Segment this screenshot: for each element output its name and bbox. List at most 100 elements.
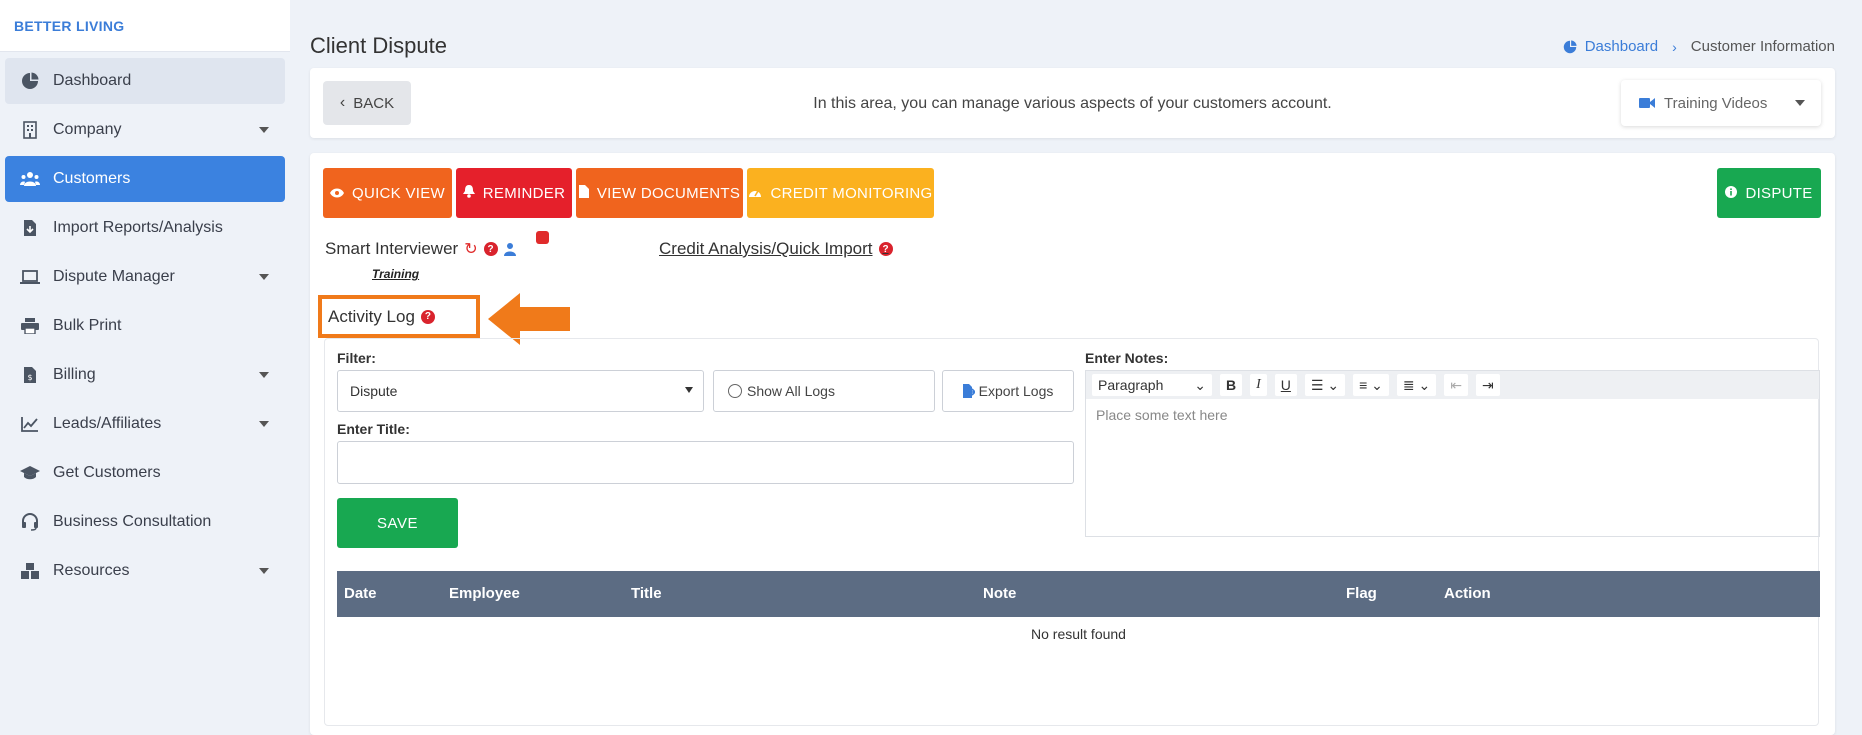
breadcrumb-current: Customer Information: [1690, 38, 1835, 55]
underline-icon[interactable]: U: [1274, 374, 1297, 396]
chevron-down-icon: [259, 127, 269, 133]
sidebar-item-customers[interactable]: Customers: [5, 156, 285, 202]
show-all-logs-label: Show All Logs: [747, 383, 835, 399]
filter-label: Filter:: [337, 350, 376, 366]
dashboard-icon: [19, 70, 41, 92]
bulleted-list-icon[interactable]: ☰ ⌄: [1304, 374, 1346, 396]
view-documents-label: VIEW DOCUMENTS: [596, 184, 741, 202]
info-icon: [1725, 185, 1738, 201]
credit-analysis-link[interactable]: Credit Analysis/Quick Import ?: [659, 239, 893, 259]
editor-body[interactable]: Place some text here: [1086, 399, 1819, 431]
notes-label: Enter Notes:: [1085, 350, 1169, 366]
column-header-title[interactable]: Title: [631, 585, 662, 602]
gauge-icon: [748, 185, 762, 201]
svg-text:$: $: [27, 373, 32, 382]
training-link[interactable]: Training: [372, 267, 419, 281]
numbered-list-icon[interactable]: ≡ ⌄: [1353, 374, 1389, 396]
filter-select[interactable]: Dispute: [337, 370, 704, 412]
title-input[interactable]: [337, 441, 1074, 484]
editor-toolbar: Paragraph ⌄ B I U ☰ ⌄ ≡ ⌄ ≣ ⌄ ⇤ ⇥: [1086, 371, 1819, 399]
refresh-icon[interactable]: ↻: [464, 239, 477, 259]
italic-icon[interactable]: I: [1250, 374, 1267, 396]
breadcrumb: Dashboard › Customer Information: [1563, 38, 1835, 55]
user-icon[interactable]: [503, 242, 516, 256]
save-button[interactable]: SAVE: [337, 498, 458, 548]
caret-down-icon: [685, 387, 693, 393]
quick-view-button[interactable]: QUICK VIEW: [323, 168, 452, 218]
sidebar-item-label: Billing: [53, 366, 96, 383]
activity-log-title: Activity Log: [328, 306, 415, 326]
title-label: Enter Title:: [337, 421, 410, 437]
text-align-icon[interactable]: ≣ ⌄: [1396, 374, 1437, 396]
sidebar-item-resources[interactable]: Resources: [5, 548, 285, 594]
training-videos-dropdown[interactable]: Training Videos: [1621, 80, 1821, 126]
training-videos-label: Training Videos: [1664, 94, 1768, 112]
credit-monitoring-button[interactable]: CREDIT MONITORING: [747, 168, 934, 218]
sidebar-item-import-reports[interactable]: Import Reports/Analysis: [5, 205, 285, 251]
filter-value: Dispute: [350, 383, 398, 399]
paragraph-format-select[interactable]: Paragraph ⌄: [1092, 374, 1212, 396]
view-documents-button[interactable]: VIEW DOCUMENTS: [576, 168, 743, 218]
sidebar-item-bulk-print[interactable]: Bulk Print: [5, 303, 285, 349]
customer-card: QUICK VIEW REMINDER VIEW DOCUMENTS CREDI…: [310, 153, 1835, 735]
sidebar-item-label: Get Customers: [53, 464, 161, 481]
credit-analysis-label: Credit Analysis/Quick Import: [659, 239, 873, 258]
help-icon[interactable]: ?: [420, 309, 435, 324]
activity-log-panel: Filter: Dispute Show All Logs Export Log…: [324, 338, 1820, 726]
dispute-button[interactable]: DISPUTE: [1717, 168, 1821, 218]
show-all-logs-radio[interactable]: Show All Logs: [713, 370, 935, 412]
dispute-label: DISPUTE: [1745, 184, 1813, 202]
column-header-employee[interactable]: Employee: [449, 585, 520, 602]
graduation-cap-icon: [19, 462, 41, 484]
building-icon: [19, 119, 41, 141]
notification-badge: [536, 231, 549, 244]
column-header-flag[interactable]: Flag: [1346, 585, 1377, 602]
editor-placeholder: Place some text here: [1096, 407, 1228, 423]
sidebar-item-label: Dashboard: [53, 72, 132, 89]
boxes-icon: [19, 560, 41, 582]
sidebar-item-company[interactable]: Company: [5, 107, 285, 153]
smart-interviewer-label: Smart Interviewer: [325, 239, 459, 258]
radio-circle[interactable]: [728, 384, 742, 398]
sidebar-item-label: Company: [53, 121, 122, 138]
sidebar-item-billing[interactable]: $ Billing: [5, 352, 285, 398]
chevron-down-icon: ⌄: [1194, 376, 1206, 393]
reminder-button[interactable]: REMINDER: [456, 168, 572, 218]
sidebar-item-business-consultation[interactable]: Business Consultation: [5, 499, 285, 545]
sidebar-item-label: Resources: [53, 562, 130, 579]
help-icon[interactable]: ?: [878, 242, 893, 256]
brand-logo[interactable]: BETTER LIVING: [0, 0, 290, 52]
export-logs-button[interactable]: Export Logs: [942, 370, 1074, 412]
breadcrumb-dashboard[interactable]: Dashboard: [1563, 38, 1658, 55]
laptop-icon: [19, 266, 41, 288]
sidebar-item-label: Bulk Print: [53, 317, 122, 334]
page-title: Client Dispute: [310, 33, 447, 58]
breadcrumb-home-label: Dashboard: [1584, 38, 1659, 55]
sidebar-item-label: Leads/Affiliates: [53, 415, 162, 432]
smart-interviewer[interactable]: Smart Interviewer ↻ ?: [325, 239, 516, 259]
column-header-note[interactable]: Note: [983, 585, 1016, 602]
invoice-icon: $: [19, 364, 41, 386]
sidebar-item-dispute-manager[interactable]: Dispute Manager: [5, 254, 285, 300]
outdent-icon[interactable]: ⇤: [1444, 374, 1468, 396]
sidebar-item-label: Dispute Manager: [53, 268, 175, 285]
activity-log-heading: Activity Log ?: [318, 295, 480, 338]
bold-icon[interactable]: B: [1220, 374, 1243, 396]
chart-line-icon: [19, 413, 41, 435]
notes-editor: Paragraph ⌄ B I U ☰ ⌄ ≡ ⌄ ≣ ⌄ ⇤ ⇥ Place …: [1085, 370, 1820, 537]
sidebar-item-label: Business Consultation: [53, 513, 212, 530]
file-import-icon: [19, 217, 41, 239]
credit-monitoring-label: CREDIT MONITORING: [770, 184, 933, 202]
sidebar-item-get-customers[interactable]: Get Customers: [5, 450, 285, 496]
file-icon: [578, 185, 589, 201]
sidebar-item-leads-affiliates[interactable]: Leads/Affiliates: [5, 401, 285, 447]
column-header-action[interactable]: Action: [1444, 585, 1491, 602]
bell-icon: [462, 185, 475, 201]
sidebar-item-dashboard[interactable]: Dashboard: [5, 58, 285, 104]
indent-icon[interactable]: ⇥: [1475, 374, 1500, 396]
dashboard-icon: [1563, 39, 1577, 53]
video-camera-icon: [1639, 98, 1655, 108]
info-text: In this area, you can manage various asp…: [813, 95, 1332, 112]
column-header-date[interactable]: Date: [344, 585, 377, 602]
help-icon[interactable]: ?: [483, 242, 498, 256]
